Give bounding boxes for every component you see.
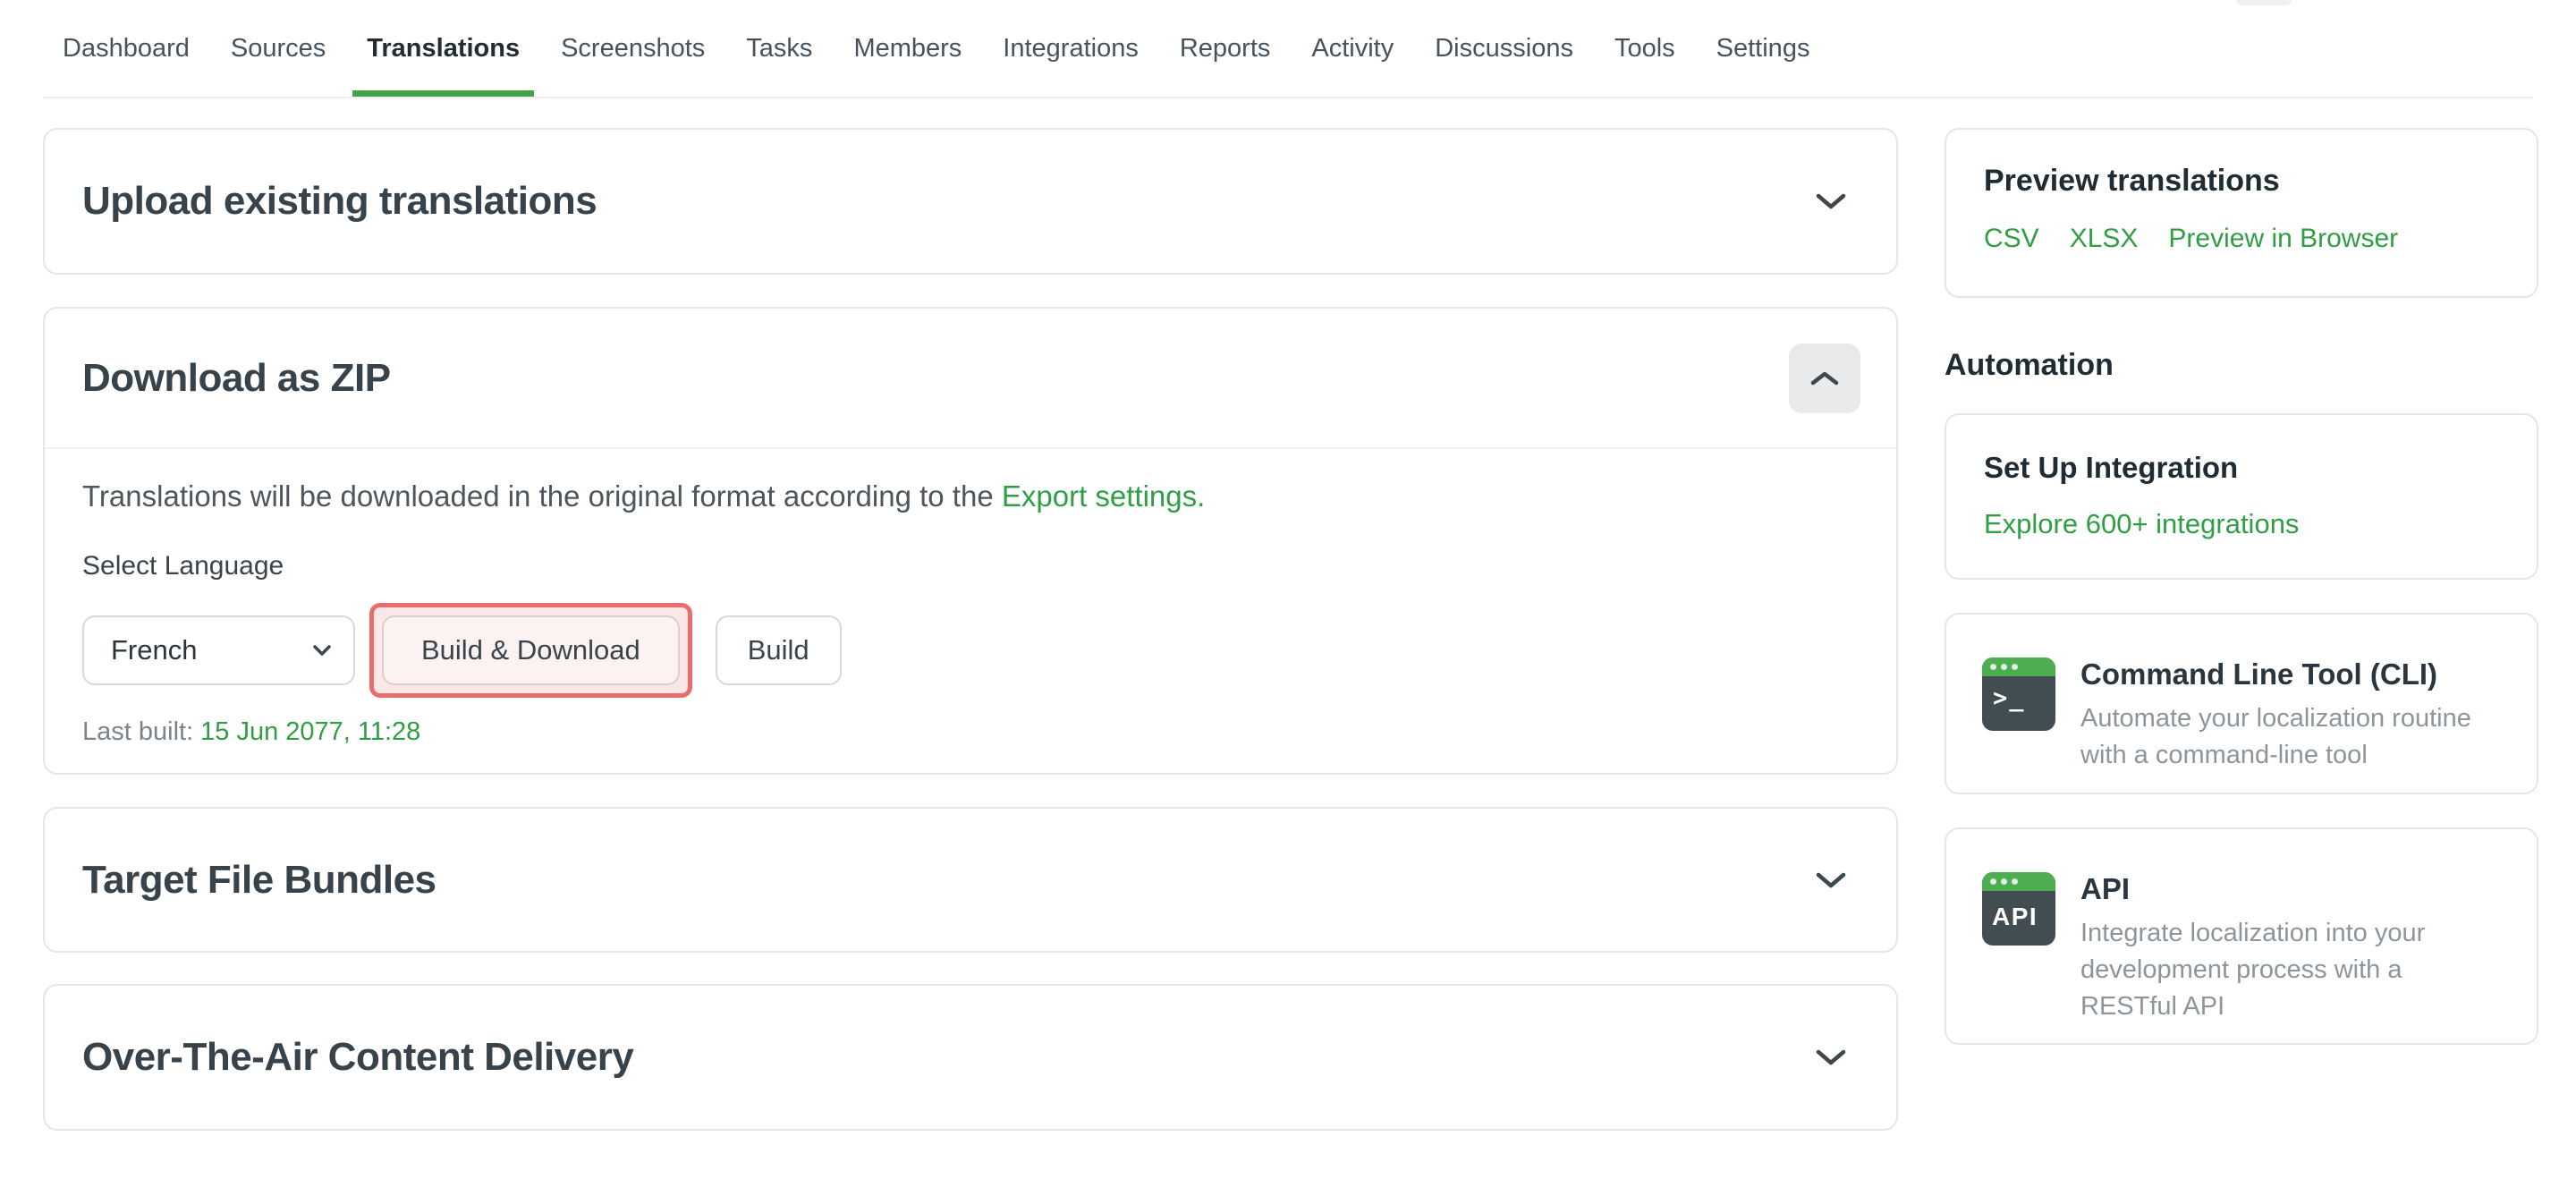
chevron-down-icon[interactable] [1816, 1048, 1846, 1066]
tab-tasks[interactable]: Tasks [746, 0, 812, 97]
preview-links-row: CSV XLSX Preview in Browser [1984, 224, 2499, 254]
last-built-label: Last built: [82, 717, 193, 746]
project-tab-bar: Dashboard Sources Translations Screensho… [43, 0, 2533, 98]
over-the-air-card[interactable]: Over-The-Air Content Delivery [43, 984, 1898, 1131]
language-select[interactable]: French [82, 615, 355, 685]
set-up-integration-card: Set Up Integration Explore 600+ integrat… [1945, 413, 2538, 580]
api-card-info: API Integrate localization into your dev… [2080, 872, 2504, 1043]
chevron-down-icon [312, 644, 332, 657]
tab-dashboard[interactable]: Dashboard [63, 0, 190, 97]
explore-integrations-link[interactable]: Explore 600+ integrations [1984, 508, 2299, 540]
main-column: Upload existing translations Download as… [43, 128, 1898, 1131]
terminal-window-icon: >_ [1982, 657, 2055, 731]
tab-members[interactable]: Members [853, 0, 962, 97]
csv-link[interactable]: CSV [1984, 224, 2039, 254]
export-settings-link[interactable]: Export settings. [1002, 479, 1205, 513]
cli-card[interactable]: >_ Command Line Tool (CLI) Automate your… [1945, 613, 2538, 794]
select-language-label: Select Language [82, 551, 1859, 581]
language-select-value: French [111, 634, 197, 666]
tab-settings[interactable]: Settings [1716, 0, 1810, 97]
upload-card-title: Upload existing translations [82, 179, 597, 224]
download-description: Translations will be downloaded in the o… [82, 479, 1859, 513]
download-as-zip-card: Download as ZIP Translations will be dow… [43, 307, 1898, 775]
download-card-header[interactable]: Download as ZIP [45, 309, 1896, 449]
last-built-value: 15 Jun 2077, 11:28 [200, 717, 420, 746]
download-card-body: Translations will be downloaded in the o… [45, 449, 1896, 747]
api-glyph: API [1992, 903, 2038, 931]
collapse-button[interactable] [1789, 344, 1860, 413]
preview-card-title: Preview translations [1984, 164, 2499, 199]
target-file-bundles-card[interactable]: Target File Bundles [43, 807, 1898, 953]
preview-in-browser-link[interactable]: Preview in Browser [2168, 224, 2398, 254]
tab-integrations[interactable]: Integrations [1003, 0, 1139, 97]
download-card-title: Download as ZIP [82, 356, 391, 401]
bundles-card-title: Target File Bundles [82, 858, 436, 903]
api-card-description: Integrate localization into your develop… [2080, 915, 2504, 1026]
tab-translations[interactable]: Translations [367, 0, 520, 97]
tab-screenshots[interactable]: Screenshots [561, 0, 705, 97]
window-dots-icon [1990, 878, 2018, 885]
window-dots-icon [1990, 664, 2018, 670]
tab-discussions[interactable]: Discussions [1435, 0, 1573, 97]
red-annotation-highlight: Build & Download [369, 603, 692, 698]
api-window-icon: API [1982, 872, 2055, 946]
automation-heading: Automation [1945, 348, 2538, 383]
page: Dashboard Sources Translations Screensho… [0, 0, 2576, 1179]
setup-card-title: Set Up Integration [1984, 451, 2499, 485]
api-card[interactable]: API API Integrate localization into your… [1945, 827, 2538, 1045]
ota-card-title: Over-The-Air Content Delivery [82, 1035, 633, 1080]
build-controls-row: French Build & Download Build [82, 603, 1859, 698]
xlsx-link[interactable]: XLSX [2070, 224, 2139, 254]
download-description-text: Translations will be downloaded in the o… [82, 479, 1002, 513]
build-and-download-button[interactable]: Build & Download [382, 615, 680, 685]
chevron-down-icon[interactable] [1816, 871, 1846, 889]
last-built-status: Last built:15 Jun 2077, 11:28 [82, 717, 1859, 747]
cli-card-info: Command Line Tool (CLI) Automate your lo… [2080, 657, 2504, 793]
chevron-up-icon [1810, 370, 1839, 386]
upload-existing-translations-card[interactable]: Upload existing translations [43, 128, 1898, 275]
build-button[interactable]: Build [716, 615, 842, 685]
api-card-title: API [2080, 872, 2504, 906]
cli-card-title: Command Line Tool (CLI) [2080, 657, 2504, 691]
tab-activity[interactable]: Activity [1311, 0, 1394, 97]
terminal-titlebar [1982, 657, 2055, 676]
tab-list: Dashboard Sources Translations Screensho… [43, 0, 2533, 97]
tab-reports[interactable]: Reports [1180, 0, 1271, 97]
preview-translations-card: Preview translations CSV XLSX Preview in… [1945, 128, 2538, 298]
sidebar: Preview translations CSV XLSX Preview in… [1945, 128, 2538, 1045]
chevron-down-icon[interactable] [1816, 192, 1846, 210]
tab-sources[interactable]: Sources [231, 0, 326, 97]
tab-tools[interactable]: Tools [1614, 0, 1675, 97]
terminal-prompt-glyph: >_ [1993, 684, 2026, 712]
api-titlebar [1982, 872, 2055, 891]
cli-card-description: Automate your localization routine with … [2080, 700, 2504, 774]
